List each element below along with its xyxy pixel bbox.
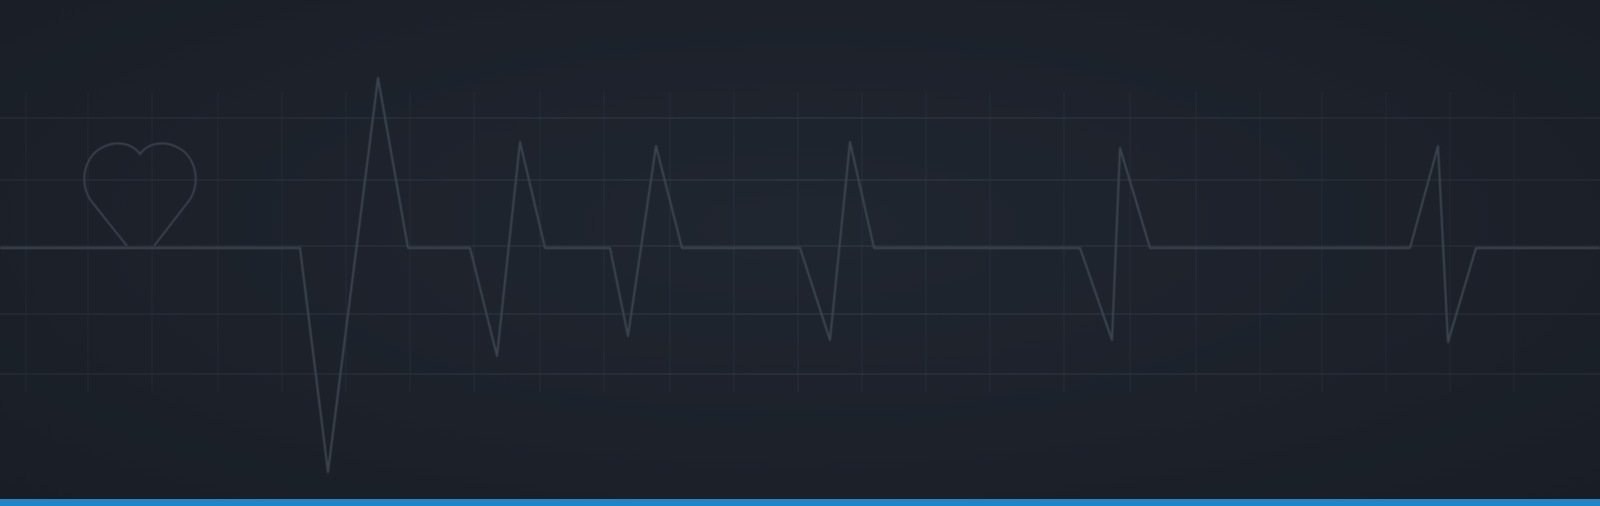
heart-outline-icon xyxy=(83,142,197,247)
grid-lines xyxy=(0,92,1600,392)
ecg-pulse-line xyxy=(0,76,1600,474)
hero-banner xyxy=(0,0,1600,506)
ecg-background xyxy=(0,76,1600,474)
accent-bar xyxy=(0,499,1600,506)
